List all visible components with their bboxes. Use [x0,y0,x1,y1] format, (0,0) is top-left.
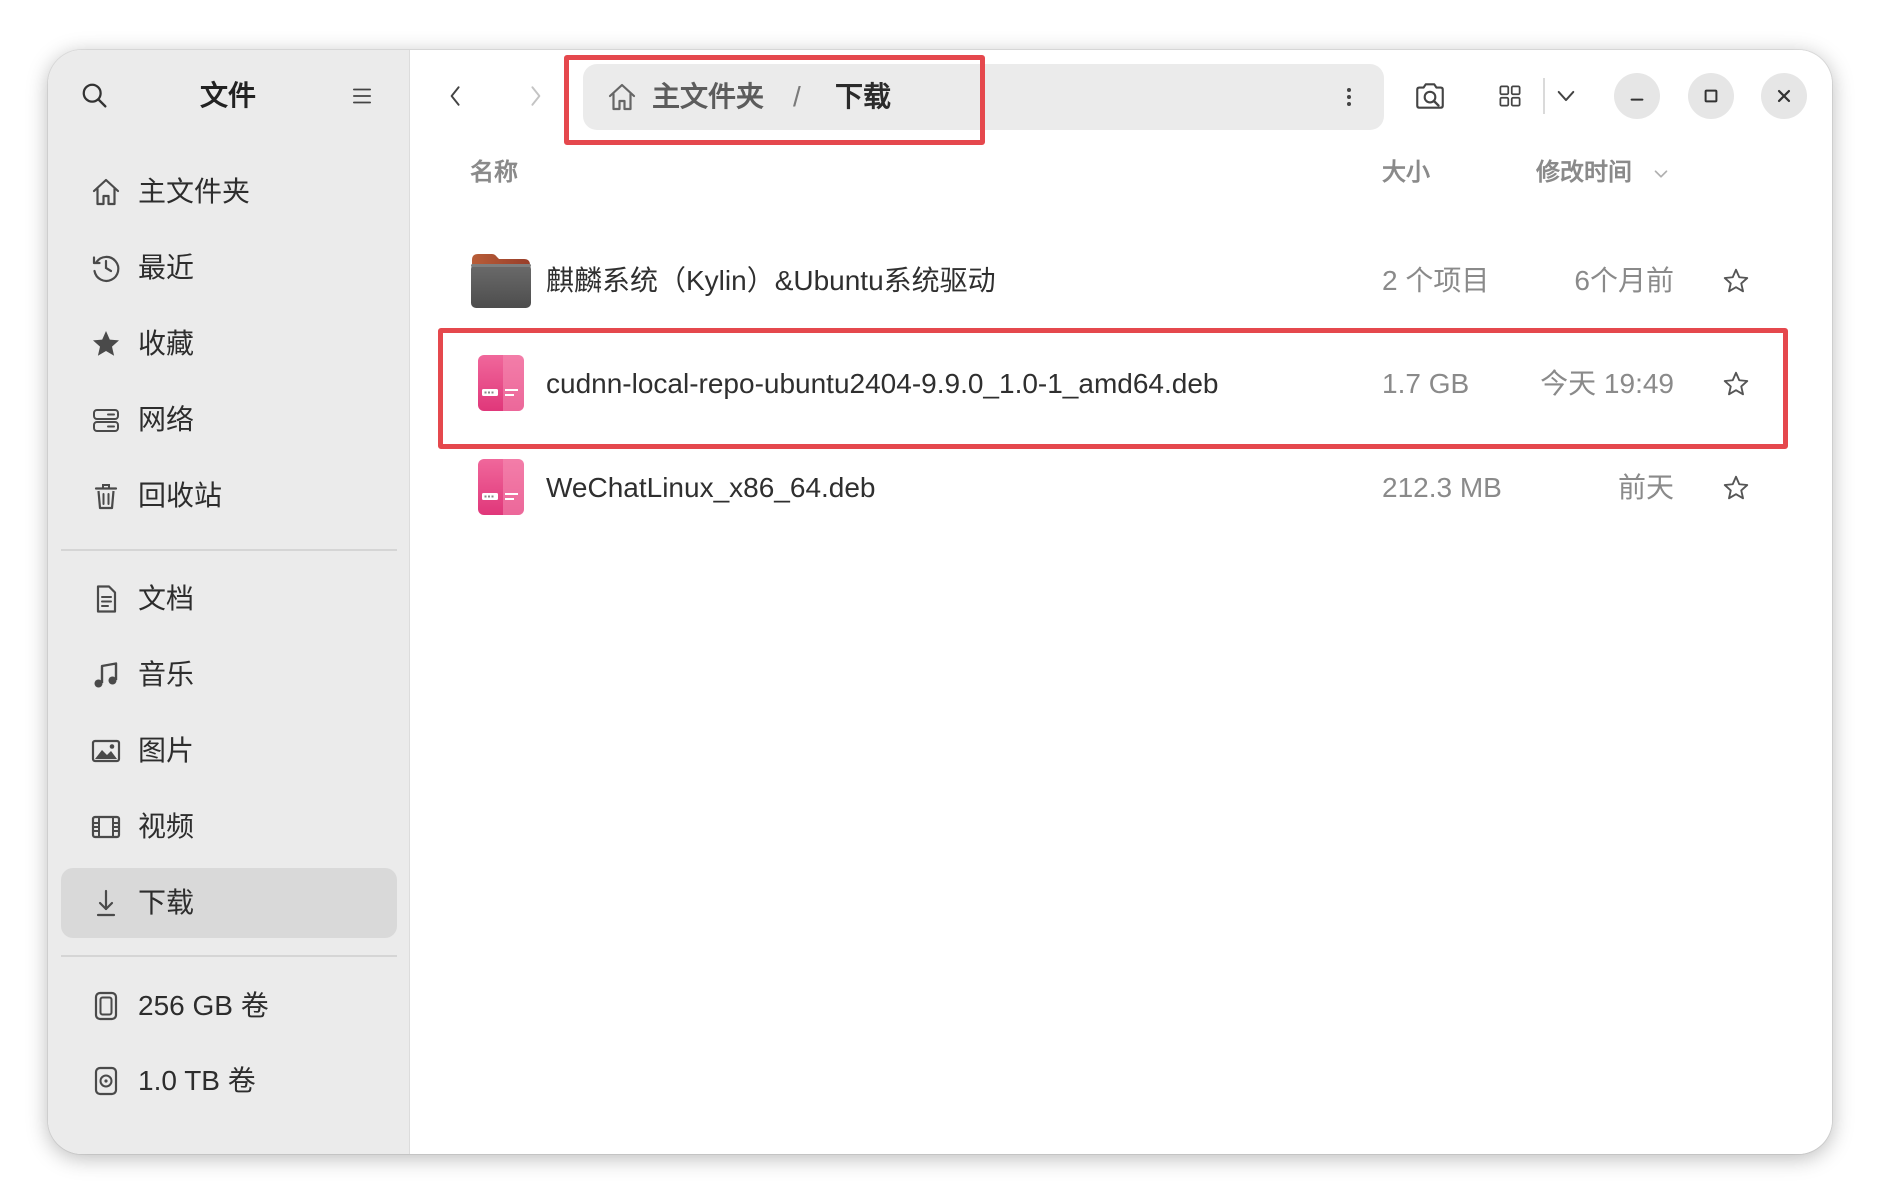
sidebar-item-trash[interactable]: 回收站 [61,461,397,531]
sidebar-bookmarks: 文档 音乐 图片 视频 下载 [61,564,397,938]
folder-icon [470,251,532,309]
deb-package-icon [476,353,526,413]
hamburger-menu-icon [349,83,375,109]
sidebar-item-documents[interactable]: 文档 [61,564,397,634]
sidebar-item-recent[interactable]: 最近 [61,233,397,303]
file-browser: 主文件夹 / 下载 名称 大小 修改时间 麒麟系统（Kylin）&Ubuntu系… [410,50,1832,1154]
recent-clock-icon [90,252,122,284]
sidebar-item-pictures[interactable]: 图片 [61,716,397,786]
sidebar: 文件 主文件夹 最近 收藏 网络 回收站 文档 音乐 图片 视频 下载 256 … [48,50,410,1154]
search-folder-button[interactable] [1410,76,1450,116]
music-icon [90,659,122,691]
kebab-menu-icon [1335,83,1363,111]
sidebar-item-label: 主文件夹 [138,176,251,207]
sort-chevron-icon[interactable] [1650,163,1672,185]
sidebar-item-downloads[interactable]: 下载 [61,868,397,938]
home-icon [90,176,122,208]
picture-icon [90,735,122,767]
grid-view-icon [1496,82,1524,110]
file-manager-window: 文件 主文件夹 最近 收藏 网络 回收站 文档 音乐 图片 视频 下载 256 … [48,50,1832,1154]
file-name: WeChatLinux_x86_64.deb [546,472,876,503]
view-options-button[interactable] [1552,82,1580,110]
sidebar-item-volume-1tb[interactable]: 1.0 TB 卷 [61,1046,397,1116]
file-row[interactable]: WeChatLinux_x86_64.deb 212.3 MB 前天 [410,436,1832,540]
sidebar-item-label: 最近 [138,252,195,283]
column-header-size[interactable]: 大小 [1382,157,1430,189]
file-modified: 6个月前 [1574,265,1674,296]
disc-drive-icon [90,1065,122,1097]
chevron-right-icon [521,82,549,110]
folder-menu-button[interactable] [1333,81,1365,113]
video-icon [90,811,122,843]
toolbar-divider [1543,78,1545,114]
back-button[interactable] [436,76,476,116]
deb-package-icon [476,457,526,517]
app-title: 文件 [199,80,256,111]
path-bar[interactable]: 主文件夹 / 下载 [583,64,1384,130]
file-modified: 今天 19:49 [1540,368,1674,399]
sidebar-places: 主文件夹 最近 收藏 网络 回收站 [61,157,397,531]
view-toggle-button[interactable] [1492,78,1528,114]
chevron-down-icon [1553,83,1579,109]
minimize-icon [1628,87,1646,105]
file-modified: 前天 [1617,472,1674,503]
search-icon [80,81,110,111]
drive-icon [90,990,122,1022]
sidebar-item-label: 收藏 [138,328,195,359]
sidebar-item-label: 文档 [138,583,195,614]
breadcrumb-current[interactable]: 下载 [835,64,891,130]
trash-icon [90,480,122,512]
search-button[interactable] [77,78,113,114]
sidebar-devices: 256 GB 卷 1.0 TB 卷 [61,971,397,1116]
column-header-name[interactable]: 名称 [470,157,518,189]
sidebar-item-videos[interactable]: 视频 [61,792,397,862]
breadcrumb-separator: / [793,81,801,112]
maximize-button[interactable] [1688,73,1734,119]
find-in-folder-icon [1413,79,1447,113]
sidebar-item-network[interactable]: 网络 [61,385,397,455]
file-row[interactable]: 麒麟系统（Kylin）&Ubuntu系统驱动 2 个项目 6个月前 [410,229,1832,333]
main-menu-button[interactable] [346,80,378,112]
download-icon [90,887,122,919]
sidebar-item-label: 音乐 [138,659,195,690]
document-icon [90,583,122,615]
sidebar-item-label: 256 GB 卷 [138,990,269,1021]
sidebar-item-label: 1.0 TB 卷 [138,1065,256,1096]
file-name: cudnn-local-repo-ubuntu2404-9.9.0_1.0-1_… [546,368,1219,399]
starred-icon [90,328,122,360]
maximize-icon [1702,87,1720,105]
sidebar-item-starred[interactable]: 收藏 [61,309,397,379]
sidebar-item-volume-256gb[interactable]: 256 GB 卷 [61,971,397,1041]
network-icon [90,404,122,436]
star-icon[interactable] [1721,473,1751,503]
file-row[interactable]: cudnn-local-repo-ubuntu2404-9.9.0_1.0-1_… [410,332,1832,436]
sidebar-item-label: 回收站 [138,480,223,511]
sidebar-item-label: 视频 [138,811,195,842]
file-size: 1.7 GB [1382,368,1470,399]
home-icon[interactable] [606,81,638,113]
sidebar-item-label: 图片 [138,735,195,766]
sidebar-item-music[interactable]: 音乐 [61,640,397,710]
sidebar-divider [61,955,397,957]
close-button[interactable] [1761,73,1807,119]
column-header-modified[interactable]: 修改时间 [1536,157,1632,189]
sidebar-divider [61,549,397,551]
forward-button[interactable] [515,76,555,116]
star-icon[interactable] [1721,266,1751,296]
close-icon [1775,87,1793,105]
sidebar-item-label: 网络 [138,404,195,435]
sidebar-item-label: 下载 [138,887,195,918]
star-icon[interactable] [1721,369,1751,399]
sidebar-item-home[interactable]: 主文件夹 [61,157,397,227]
minimize-button[interactable] [1614,73,1660,119]
breadcrumb-home[interactable]: 主文件夹 [652,64,764,130]
chevron-left-icon [442,82,470,110]
file-name: 麒麟系统（Kylin）&Ubuntu系统驱动 [546,265,996,296]
